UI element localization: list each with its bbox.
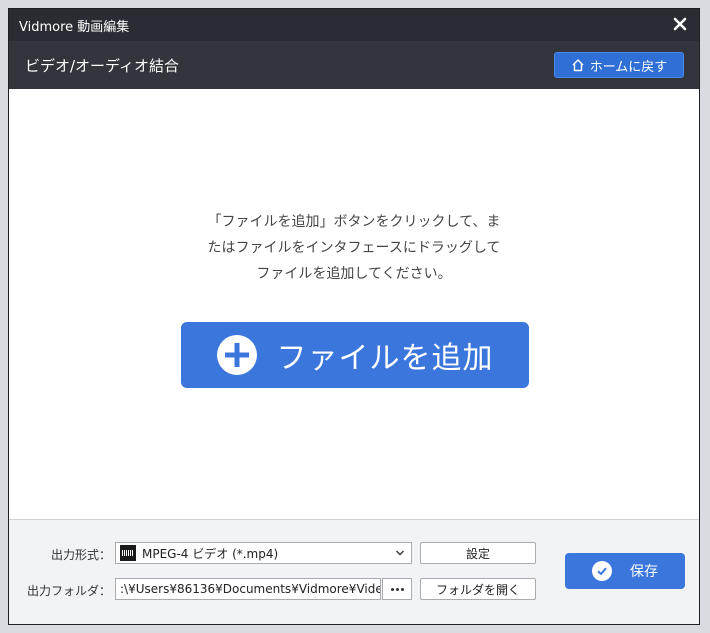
instruction-line: たはファイルをインタフェースにドラッグして	[207, 240, 501, 256]
output-format-select[interactable]: MPEG-4 ビデオ (*.mp4)	[115, 542, 412, 564]
page-title: ビデオ/オーディオ結合	[25, 56, 180, 75]
home-button[interactable]: ホームに戻す	[554, 52, 684, 78]
title-bar: Vidmore 動画編集	[9, 9, 699, 41]
browse-folder-button[interactable]	[382, 578, 412, 600]
output-format-label: 出力形式：	[50, 548, 111, 562]
add-file-label: ファイルを追加	[276, 341, 494, 376]
instructions-text: 「ファイルを追加」ボタンをクリックして、ま たはファイルをインタフェースにドラッ…	[9, 209, 699, 287]
close-icon[interactable]	[671, 15, 689, 33]
mpeg-icon	[120, 545, 136, 561]
save-button[interactable]: 保存	[565, 553, 685, 589]
home-button-label: ホームに戻す	[589, 59, 668, 75]
instruction-line: ファイルを追加してください。	[256, 266, 452, 282]
save-button-label: 保存	[630, 564, 658, 580]
open-folder-button[interactable]: フォルダを開く	[420, 578, 536, 600]
instruction-line: 「ファイルを追加」ボタンをクリックして、ま	[207, 214, 501, 230]
chevron-down-icon	[396, 550, 404, 556]
home-icon	[572, 59, 584, 72]
output-format-value: MPEG-4 ビデオ (*.mp4)	[142, 546, 279, 561]
plus-circle-icon	[216, 335, 257, 375]
app-window: Vidmore 動画編集 ビデオ/オーディオ結合 ホームに戻す 「ファイルを追加…	[8, 8, 700, 625]
page-header: ビデオ/オーディオ結合 ホームに戻す	[9, 41, 699, 89]
check-circle-icon	[592, 561, 612, 581]
dot	[395, 587, 399, 591]
dot	[400, 587, 404, 591]
output-settings-panel: 出力形式： MPEG-4 ビデオ (*.mp4) 設定 出力フォルダ： :\¥U…	[9, 519, 699, 624]
output-folder-label: 出力フォルダ：	[26, 584, 111, 598]
dot	[390, 587, 394, 591]
window-title: Vidmore 動画編集	[19, 19, 130, 35]
drop-area[interactable]: 「ファイルを追加」ボタンをクリックして、ま たはファイルをインタフェースにドラッ…	[9, 89, 699, 519]
settings-button[interactable]: 設定	[420, 542, 536, 564]
output-folder-field[interactable]: :\¥Users¥86136¥Documents¥Vidmore¥Video	[115, 578, 381, 600]
add-file-button[interactable]: ファイルを追加	[181, 322, 529, 388]
